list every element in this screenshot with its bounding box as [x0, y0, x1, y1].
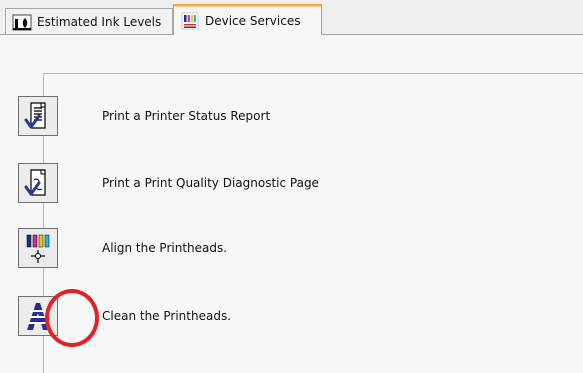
printer-status-report-button[interactable] [18, 96, 58, 136]
service-label: Clean the Printheads. [102, 309, 232, 323]
ink-levels-icon [12, 14, 32, 30]
service-row-clean-printheads: Clean the Printheads. [18, 292, 498, 340]
print-quality-diagnostic-icon [24, 169, 46, 196]
service-row-print-quality-diagnostic: Print a Print Quality Diagnostic Page [18, 159, 498, 207]
device-services-icon [181, 12, 199, 29]
tab-bar: Estimated Ink Levels Device Services [0, 0, 583, 35]
tab-label: Estimated Ink Levels [37, 14, 162, 29]
service-label: Print a Printer Status Report [102, 109, 271, 123]
service-label: Align the Printheads. [102, 241, 228, 255]
printer-status-report-icon [24, 102, 46, 129]
print-quality-diagnostic-button[interactable] [18, 163, 58, 203]
clean-printheads-icon [27, 303, 49, 330]
align-printheads-button[interactable] [18, 228, 58, 268]
service-label: Print a Print Quality Diagnostic Page [102, 176, 319, 190]
service-row-align-printheads: Align the Printheads. [18, 224, 498, 272]
align-printheads-icon [26, 234, 50, 263]
tab-estimated-ink-levels[interactable]: Estimated Ink Levels [5, 8, 173, 34]
tab-label: Device Services [205, 13, 301, 28]
clean-printheads-button[interactable] [18, 296, 58, 336]
service-row-printer-status-report: Print a Printer Status Report [18, 92, 498, 140]
tab-device-services[interactable]: Device Services [173, 4, 322, 35]
